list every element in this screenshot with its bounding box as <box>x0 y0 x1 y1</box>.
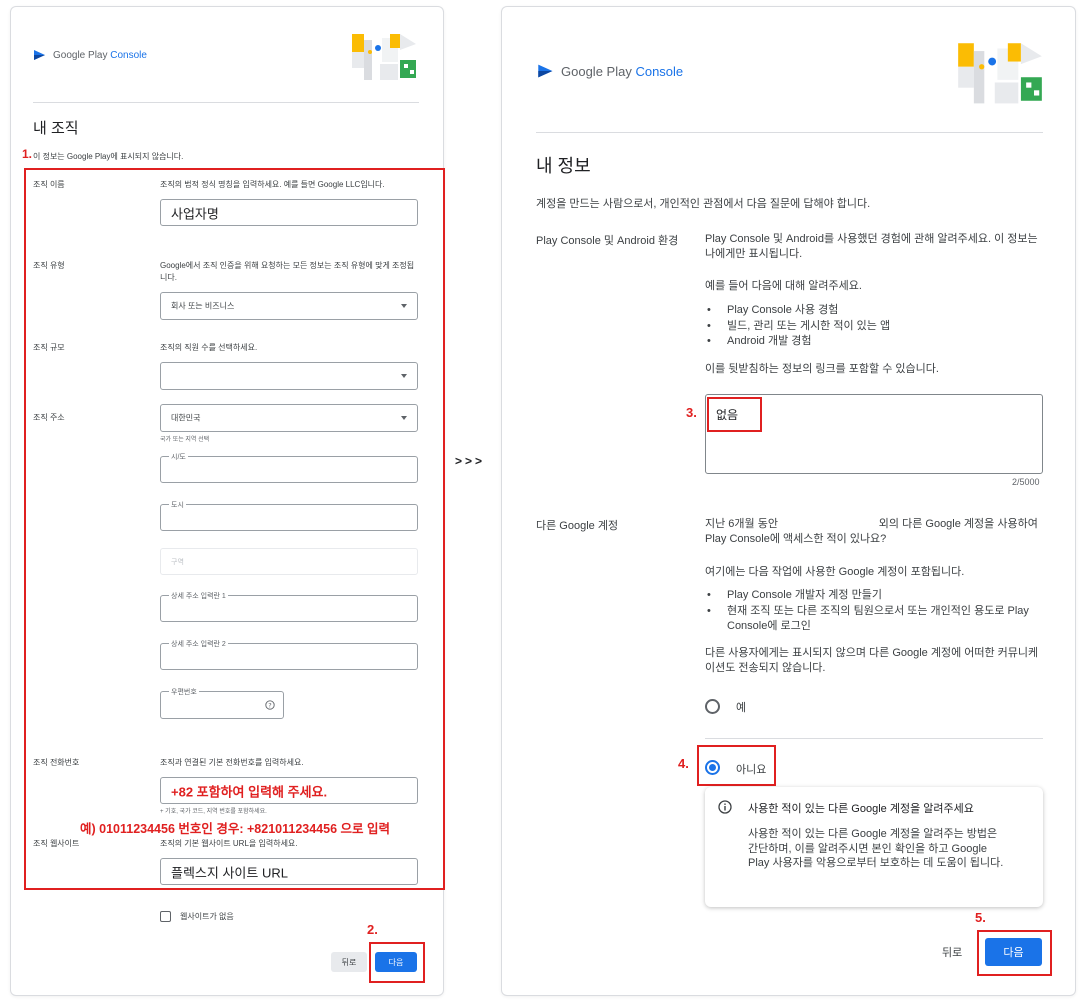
org-type-label: 조직 유형 <box>33 261 65 270</box>
info-title: 사용한 적이 있는 다른 Google 계정을 알려주세요 <box>748 803 974 815</box>
step-2-marker: 2. <box>367 922 378 937</box>
district-input[interactable]: 구역 <box>160 548 418 575</box>
phone-example-note: 예) 01011234456 번호인 경우: +821011234456 으로 … <box>80 822 390 836</box>
org-website-input[interactable]: 플렉스지 사이트 URL <box>160 858 418 885</box>
city-input[interactable]: 도시 <box>160 500 418 531</box>
org-phone-label: 조직 전화번호 <box>33 758 80 767</box>
org-type-select[interactable]: 회사 또는 비즈니스 <box>160 292 418 320</box>
org-website-desc: 조직의 기본 웹사이트 URL을 입력하세요. <box>160 839 298 848</box>
back-button-right[interactable]: 뒤로 <box>942 944 962 960</box>
env-desc-3: 이를 뒷받침하는 정보의 링크를 포함할 수 있습니다. <box>705 363 939 375</box>
radio-no-label: 아니요 <box>736 764 767 776</box>
org-phone-desc: 조직과 연결된 기본 전화번호를 입력하세요. <box>160 758 304 767</box>
info-icon <box>718 800 732 814</box>
other-accounts-question: 지난 6개월 동안 외의 다른 Google 계정을 사용하여 Play Con… <box>705 518 1041 545</box>
play-console-icon <box>34 50 45 60</box>
page-title: 내 정보 <box>536 156 591 176</box>
step-4-marker: 4. <box>678 756 689 771</box>
svg-text:?: ? <box>268 701 271 709</box>
no-website-checkbox[interactable] <box>160 911 171 922</box>
list-item: Play Console 개발자 계정 만들기 <box>705 588 1045 604</box>
org-phone-value: +82 포함하여 입력해 주세요. <box>171 784 328 799</box>
env-label: Play Console 및 Android 환경 <box>536 235 679 247</box>
org-type-desc: Google에서 조직 인증을 위해 요청하는 모든 정보는 조직 유형에 맞게… <box>160 261 415 282</box>
district-placeholder: 구역 <box>171 558 184 566</box>
env-desc-1: Play Console 및 Android를 사용했던 경험에 관해 알려주세… <box>705 233 1038 260</box>
help-icon[interactable]: ? <box>265 700 275 710</box>
radio-no[interactable] <box>705 760 720 775</box>
org-address-label: 조직 주소 <box>33 413 65 422</box>
illustration <box>352 34 416 80</box>
no-website-label: 웹사이트가 없음 <box>180 912 234 921</box>
page-title: 내 조직 <box>33 120 79 137</box>
next-button-left[interactable]: 다음 <box>375 952 417 972</box>
other-accounts-note: 다른 사용자에게는 표시되지 않으며 다른 Google 계정에 어떠한 커뮤니… <box>705 647 1039 674</box>
province-input[interactable]: 시/도 <box>160 452 418 483</box>
org-website-label: 조직 웹사이트 <box>33 839 80 848</box>
env-desc-2: 예를 들어 다음에 대해 알려주세요. <box>705 280 862 292</box>
chevron-down-icon <box>401 304 407 308</box>
list-item: 현재 조직 또는 다른 조직의 팀원으로서 또는 개인적인 용도로 Play C… <box>705 604 1045 635</box>
org-website-value: 플렉스지 사이트 URL <box>171 865 288 880</box>
address1-label: 상세 주소 입력란 1 <box>169 591 228 601</box>
list-item: Play Console 사용 경험 <box>705 303 890 319</box>
play-console-icon <box>538 64 553 78</box>
other-accounts-label: 다른 Google 계정 <box>536 520 619 532</box>
radio-yes-label: 예 <box>736 702 747 714</box>
org-phone-input[interactable]: +82 포함하여 입력해 주세요. <box>160 777 418 804</box>
org-size-label: 조직 규모 <box>33 343 65 352</box>
address2-label: 상세 주소 입력란 2 <box>169 639 228 649</box>
logo-brand: Google Play <box>53 49 108 61</box>
info-body: 사용한 적이 있는 다른 Google 계정을 알려주는 방법은 간단하며, 이… <box>748 828 1004 869</box>
org-size-select[interactable] <box>160 362 418 390</box>
org-name-desc: 조직의 법적 정식 명칭을 입력하세요. 예를 들면 Google LLC입니다… <box>160 180 385 189</box>
flow-arrow: >>> <box>455 454 486 468</box>
org-type-value: 회사 또는 비즈니스 <box>171 301 235 311</box>
address2-input[interactable]: 상세 주소 입력란 2 <box>160 639 418 670</box>
step-3-marker: 3. <box>686 405 697 420</box>
list-item: 빌드, 관리 또는 게시한 적이 있는 앱 <box>705 319 890 335</box>
back-button-left[interactable]: 뒤로 <box>331 952 367 972</box>
country-select[interactable]: 대한민국 <box>160 404 418 432</box>
next-button-right[interactable]: 다음 <box>985 938 1042 966</box>
country-value: 대한민국 <box>171 413 201 423</box>
list-item: Android 개발 경험 <box>705 334 890 350</box>
page-subtitle: 이 정보는 Google Play에 표시되지 않습니다. <box>33 152 184 161</box>
logo-product: Console <box>635 63 684 79</box>
logo-brand: Google Play <box>561 63 632 79</box>
play-console-logo: Google Play Console <box>33 48 147 62</box>
play-console-logo: Google Play Console <box>537 62 683 80</box>
header-divider <box>33 102 419 103</box>
org-phone-hint: + 기호, 국가 코드, 지역 번호를 포함하세요. <box>160 809 267 815</box>
char-counter: 2/5000 <box>1012 477 1040 487</box>
header-divider <box>536 132 1043 133</box>
org-size-desc: 조직의 직원 수를 선택하세요. <box>160 343 258 352</box>
illustration <box>958 43 1042 104</box>
org-name-value: 사업자명 <box>171 206 219 221</box>
province-label: 시/도 <box>169 452 188 462</box>
radio-yes[interactable] <box>705 699 720 714</box>
highlight-env-textarea <box>707 397 762 432</box>
org-name-label: 조직 이름 <box>33 180 65 189</box>
step-5-marker: 5. <box>975 910 986 925</box>
postal-code-label: 우편번호 <box>169 687 199 697</box>
env-list: Play Console 사용 경험 빌드, 관리 또는 게시한 적이 있는 앱… <box>705 303 890 350</box>
country-hint: 국가 또는 지역 선택 <box>160 437 210 443</box>
logo-product: Console <box>110 49 147 61</box>
address1-input[interactable]: 상세 주소 입력란 1 <box>160 591 418 622</box>
step-1-marker: 1. <box>22 147 33 161</box>
other-accounts-desc: 여기에는 다음 작업에 사용한 Google 계정이 포함됩니다. <box>705 566 965 578</box>
postal-code-input[interactable]: 우편번호 ? <box>160 687 284 719</box>
page-intro: 계정을 만드는 사람으로서, 개인적인 관점에서 다음 질문에 답해야 합니다. <box>536 198 871 210</box>
chevron-down-icon <box>401 374 407 378</box>
other-accounts-list: Play Console 개발자 계정 만들기 현재 조직 또는 다른 조직의 … <box>705 588 1045 635</box>
city-label: 도시 <box>169 500 186 510</box>
options-divider <box>705 738 1043 739</box>
chevron-down-icon <box>401 416 407 420</box>
org-name-input[interactable]: 사업자명 <box>160 199 418 226</box>
